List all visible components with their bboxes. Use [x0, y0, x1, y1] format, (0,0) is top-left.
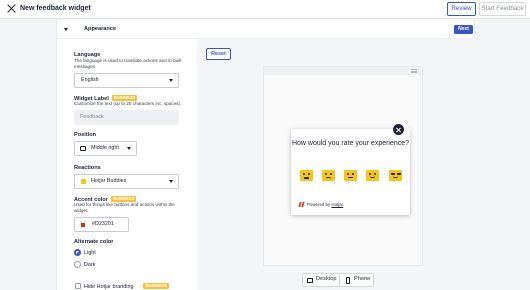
face-hate-icon[interactable] [300, 170, 313, 181]
hotjar-buddy-icon [81, 179, 86, 184]
start-feedback-button[interactable]: Start Feedback [479, 2, 526, 16]
position-value: Middle right [91, 145, 119, 151]
section-title: Appearance [84, 26, 117, 32]
phone-button[interactable]: Phone [354, 276, 370, 282]
position-icon [80, 146, 86, 151]
hotjar-logo-icon [299, 202, 304, 207]
position-select[interactable]: Middle right [74, 141, 137, 156]
widget-label-input: Feedback [74, 110, 179, 125]
chevron-down-icon [169, 180, 173, 183]
desktop-button[interactable]: Desktop [316, 276, 337, 282]
face-love-icon[interactable] [389, 170, 402, 181]
face-like-icon[interactable] [366, 170, 379, 181]
menu-icon [411, 69, 417, 73]
radio-light[interactable] [74, 249, 81, 256]
chevron-down-icon [169, 79, 173, 82]
desktop-icon [307, 278, 313, 283]
widget-close-icon[interactable] [393, 124, 404, 135]
color-swatch[interactable] [81, 223, 85, 227]
reactions-label: Reactions [74, 165, 101, 171]
reset-button[interactable]: Reset [206, 48, 231, 60]
hide-branding-title: Hide Hotjar branding BUSINESS [84, 283, 169, 290]
next-button[interactable]: Next [454, 25, 473, 34]
language-select[interactable]: English [74, 73, 179, 88]
frame-top-bar [264, 67, 421, 75]
radio-dark[interactable] [74, 261, 81, 268]
device-toggle: Desktop Phone [302, 273, 374, 287]
review-button[interactable]: Review [447, 2, 476, 16]
language-help: The language is used to translate action… [74, 58, 182, 69]
close-icon[interactable] [7, 4, 16, 13]
face-neutral-icon[interactable] [344, 170, 357, 181]
radio-light-label: Light [84, 250, 96, 256]
accent-color-help: Used for things like buttons and actions… [74, 202, 175, 213]
divider [339, 274, 340, 286]
business-badge: BUSINESS [143, 283, 169, 289]
hide-branding-label: Hide Hotjar branding [84, 284, 134, 290]
face-dislike-icon[interactable] [322, 170, 335, 181]
appearance-section-header[interactable]: Appearance Next [57, 20, 476, 39]
phone-icon [346, 277, 350, 284]
caret-down-icon[interactable] [64, 28, 68, 31]
language-value: English [81, 77, 99, 83]
position-label: Position [74, 132, 97, 138]
accent-color-value: #D23201 [92, 221, 114, 227]
widget-question: How would you rate your experience? [291, 140, 410, 147]
page-title: New feedback widget [20, 5, 91, 12]
powered-prefix: Powered by [307, 202, 331, 207]
top-bar: New feedback widget Review Start Feedbac… [0, 0, 530, 19]
reactions-select[interactable]: Hotjar Buddies [74, 174, 179, 189]
chevron-down-icon [127, 147, 131, 150]
reactions-value: Hotjar Buddies [91, 178, 127, 184]
hide-branding-checkbox[interactable] [75, 283, 81, 289]
powered-brand-link[interactable]: Hotjar [331, 202, 343, 207]
alternate-color-label: Alternate color [74, 239, 114, 245]
widget-label-help: Customize the text (up to 20 characters … [74, 101, 180, 106]
accent-color-input[interactable]: #D23201 [74, 217, 129, 232]
powered-by: Powered by Hotjar [307, 202, 343, 207]
radio-dark-label: Dark [84, 262, 96, 268]
